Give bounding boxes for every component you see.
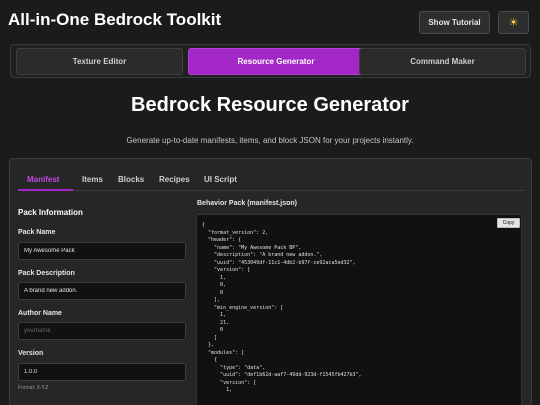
pack-name-label: Pack Name — [18, 229, 56, 236]
author-name-input[interactable] — [18, 322, 186, 340]
pack-description-input[interactable] — [18, 282, 186, 300]
manifest-code-box[interactable]: { "format_version": 2, "header": { "name… — [196, 214, 522, 405]
pack-name-input[interactable] — [18, 242, 186, 260]
tab-manifest[interactable]: Manifest — [27, 175, 59, 184]
version-label: Version — [18, 350, 44, 357]
top-bar: All-in-One Bedrock Toolkit Show Tutorial… — [0, 0, 540, 44]
tool-tabs: Texture Editor Resource Generator Comman… — [10, 44, 531, 78]
copy-button[interactable]: Copy — [497, 218, 520, 228]
page-title: Bedrock Resource Generator — [131, 94, 409, 116]
manifest-output-title: Behavior Pack (manifest.json) — [197, 200, 297, 207]
pack-information-title: Pack Information — [18, 208, 83, 217]
tool-tab-command-maker[interactable]: Command Maker — [359, 48, 526, 75]
tab-blocks[interactable]: Blocks — [118, 175, 144, 184]
show-tutorial-button[interactable]: Show Tutorial — [419, 11, 490, 34]
tool-tab-texture-editor[interactable]: Texture Editor — [16, 48, 183, 75]
tab-ui-script[interactable]: UI Script — [204, 175, 237, 184]
theme-toggle-button[interactable]: ☀ — [498, 11, 529, 34]
app-title: All-in-One Bedrock Toolkit — [8, 10, 222, 29]
generator-panel: Manifest Items Blocks Recipes UI Script … — [9, 158, 532, 405]
version-format-hint: Format: X.Y.Z — [18, 385, 49, 391]
version-input[interactable] — [18, 363, 186, 381]
author-name-label: Author Name — [18, 310, 62, 317]
tool-tab-resource-generator[interactable]: Resource Generator — [188, 48, 364, 75]
tab-items[interactable]: Items — [82, 175, 103, 184]
sun-icon: ☀ — [508, 17, 519, 29]
page-subtitle: Generate up-to-date manifests, items, an… — [126, 136, 414, 145]
tab-recipes[interactable]: Recipes — [159, 175, 190, 184]
active-tab-indicator — [18, 189, 73, 191]
pack-description-label: Pack Description — [18, 270, 75, 277]
generator-tabs: Manifest Items Blocks Recipes UI Script — [18, 167, 525, 191]
manifest-json-code: { "format_version": 2, "header": { "name… — [202, 222, 362, 393]
